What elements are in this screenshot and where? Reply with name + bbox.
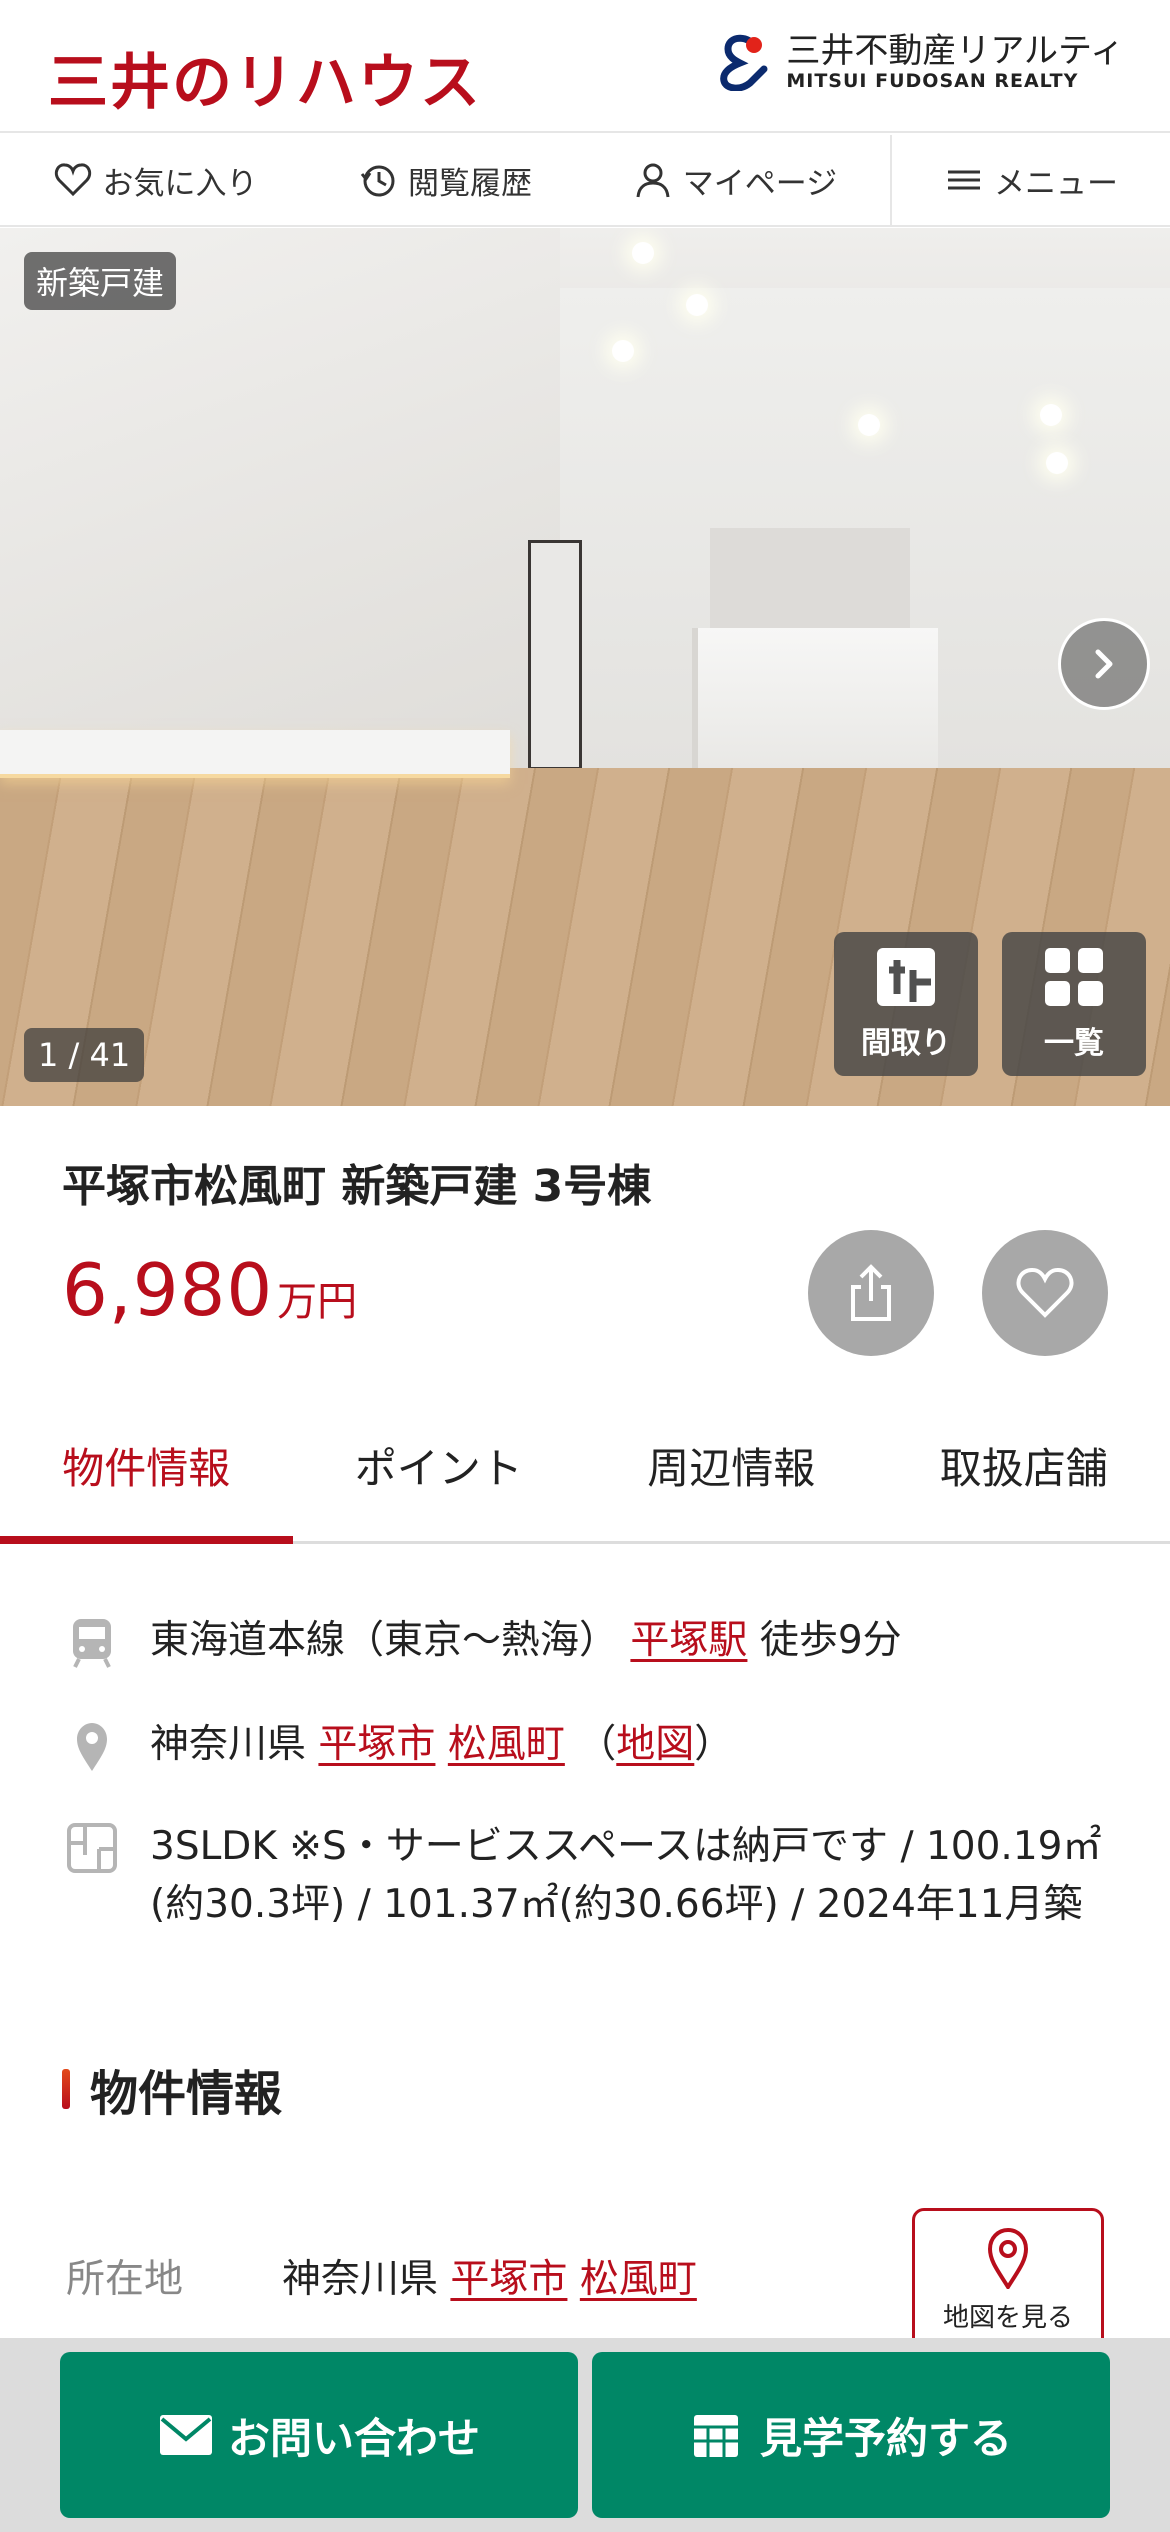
photo-list-label: 一覧 (1044, 1026, 1104, 1061)
walk-time: 徒歩9分 (759, 1618, 902, 1663)
train-line: 東海道本線（東京〜熱海） (150, 1618, 619, 1663)
realty-name-en: MITSUI FUDOSAN REALTY (786, 70, 1079, 92)
site-header: 三井のリハウス 三井不動産リアルティ MITSUI FUDOSAN REALTY (0, 0, 1170, 133)
nav-favorites-label: お気に入り (102, 165, 258, 202)
photo-tv-board (0, 730, 510, 778)
map-link[interactable]: 地図 (616, 1722, 694, 1767)
property-photo[interactable] (0, 228, 1170, 1106)
ceiling-light (1040, 404, 1062, 426)
view-map-button[interactable]: 地図を見る (912, 2208, 1104, 2352)
visit-reservation-button[interactable]: 見学予約する (592, 2352, 1110, 2518)
next-photo-button[interactable] (1058, 618, 1150, 710)
photo-counter: 1 / 41 (24, 1028, 145, 1082)
map-paren-open: （ (577, 1722, 617, 1767)
heart-icon (1016, 1268, 1074, 1318)
brand-logo[interactable]: 三井のリハウス (48, 34, 482, 121)
train-icon (62, 1612, 122, 1672)
floorplan-icon (877, 948, 935, 1006)
property-type-tag: 新築戸建 (24, 252, 177, 310)
tab-surroundings[interactable]: 周辺情報 (585, 1390, 878, 1541)
price-amount: 6,980 (62, 1248, 274, 1332)
realty-logo[interactable]: 三井不動産リアルティ MITSUI FUDOSAN REALTY (714, 32, 1124, 92)
floorplan-button[interactable]: 間取り (834, 932, 978, 1076)
realty-mark-icon (720, 34, 768, 91)
location-town-link[interactable]: 松風町 (580, 2257, 697, 2302)
ceiling-light (612, 340, 634, 362)
address-row: 神奈川県 平塚市 松風町 （地図） (62, 1716, 733, 1776)
contact-label: お問い合わせ (227, 2413, 480, 2463)
favorite-button[interactable] (982, 1230, 1108, 1356)
history-icon (360, 165, 395, 197)
nav-favorites[interactable]: お気に入り (0, 135, 310, 225)
tab-property-info[interactable]: 物件情報 (0, 1390, 293, 1544)
property-title: 平塚市松風町 新築戸建 3号棟 (62, 1161, 652, 1212)
location-city-link[interactable]: 平塚市 (450, 2257, 567, 2302)
ceiling-light (858, 414, 880, 436)
layout-row: 3SLDK ※S・サービススペースは納戸です / 100.19㎡(約30.3坪)… (62, 1818, 1122, 1934)
visit-label: 見学予約する (759, 2413, 1012, 2463)
photo-wall-left (0, 228, 560, 788)
property-price: 6,980 万円 (62, 1248, 357, 1332)
nav-history-label: 閲覧履歴 (408, 165, 532, 202)
section-heading-label: 物件情報 (90, 2066, 283, 2122)
detail-tabs: 物件情報 ポイント 周辺情報 取扱店舗 (0, 1390, 1170, 1544)
photo-door (528, 540, 582, 770)
ceiling-light (686, 294, 708, 316)
utility-nav: お気に入り 閲覧履歴 マイページ メニュー (0, 135, 1170, 227)
share-button[interactable] (808, 1230, 934, 1356)
location-pin-icon (62, 1716, 122, 1776)
location-prefecture: 神奈川県 (282, 2257, 439, 2302)
nav-menu-label: メニュー (994, 165, 1118, 202)
photo-kitchen-back (710, 528, 910, 638)
contact-button[interactable]: お問い合わせ (60, 2352, 578, 2518)
floorplan-label: 間取り (861, 1026, 951, 1061)
hamburger-icon (948, 170, 980, 190)
photo-list-button[interactable]: 一覧 (1002, 932, 1146, 1076)
price-unit: 万円 (277, 1279, 358, 1325)
access-row: 東海道本線（東京〜熱海） 平塚駅 徒歩9分 (62, 1612, 902, 1672)
nav-menu[interactable]: メニュー (890, 135, 1170, 225)
map-pin-icon (987, 2227, 1029, 2289)
station-link[interactable]: 平塚駅 (630, 1618, 747, 1663)
map-paren-close: ） (694, 1722, 734, 1767)
location-value: 神奈川県 平塚市 松風町 (282, 2248, 697, 2304)
grid-icon (1045, 948, 1103, 1006)
nav-mypage-label: マイページ (682, 165, 838, 202)
town-link[interactable]: 松風町 (448, 1722, 565, 1767)
nav-history[interactable]: 閲覧履歴 (310, 135, 580, 225)
city-link[interactable]: 平塚市 (318, 1722, 435, 1767)
section-accent-bar (62, 2069, 70, 2109)
ceiling-light (632, 242, 654, 264)
layout-text: 3SLDK ※S・サービススペースは納戸です / 100.19㎡(約30.3坪)… (150, 1824, 1102, 1927)
section-heading: 物件情報 (62, 2054, 282, 2124)
user-icon (636, 163, 670, 198)
mail-icon (159, 2415, 212, 2455)
address-prefecture: 神奈川県 (150, 1722, 307, 1767)
realty-name-ja: 三井不動産リアルティ (786, 31, 1124, 71)
tab-points[interactable]: ポイント (293, 1390, 586, 1541)
share-icon (851, 1264, 891, 1321)
location-label: 所在地 (66, 2257, 184, 2302)
heart-icon (54, 163, 91, 197)
chevron-right-icon (1095, 649, 1113, 679)
photo-floor (0, 768, 1170, 1106)
view-map-label: 地図を見る (942, 2302, 1073, 2333)
tab-store[interactable]: 取扱店舗 (878, 1390, 1170, 1541)
calendar-icon (693, 2415, 738, 2457)
ceiling-light (1046, 452, 1068, 474)
nav-mypage[interactable]: マイページ (580, 135, 890, 225)
floorplan-icon (62, 1818, 122, 1878)
